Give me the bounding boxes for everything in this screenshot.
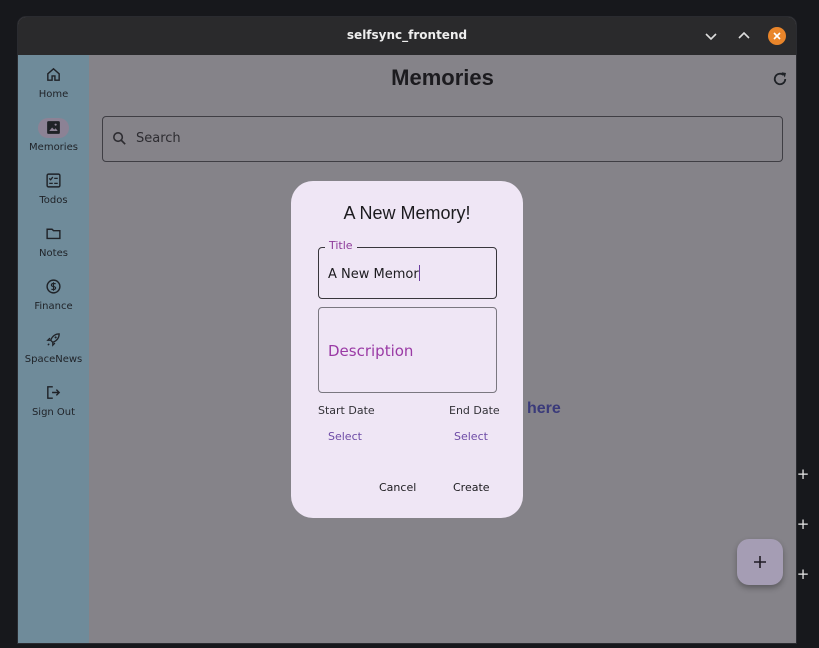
logout-icon bbox=[47, 386, 61, 399]
title-field-label: Title bbox=[325, 239, 357, 252]
rail-item-todos[interactable]: Todos bbox=[18, 171, 89, 219]
desktop-plus-icon: + bbox=[796, 465, 810, 483]
rail-icon-container bbox=[38, 330, 69, 350]
dialog-title: A New Memory! bbox=[343, 203, 471, 223]
dollar-icon bbox=[46, 279, 61, 294]
rail-item-spacenews[interactable]: SpaceNews bbox=[18, 330, 89, 378]
refresh-icon bbox=[773, 72, 787, 86]
rail-icon-container bbox=[38, 383, 69, 403]
create-button[interactable]: Create bbox=[453, 481, 490, 494]
title-field-text: A New Memor bbox=[328, 267, 419, 282]
close-button[interactable] bbox=[768, 27, 786, 45]
maximize-button[interactable] bbox=[735, 27, 753, 45]
text-cursor bbox=[418, 265, 420, 281]
title-bar: selfsync_frontend bbox=[18, 17, 796, 55]
home-icon bbox=[47, 67, 60, 81]
close-icon bbox=[773, 32, 781, 40]
plus-icon bbox=[754, 556, 766, 568]
start-date-label: Start Date bbox=[318, 404, 375, 417]
rocket-icon bbox=[46, 333, 60, 347]
rail-item-home[interactable]: Home bbox=[18, 65, 89, 113]
refresh-button[interactable] bbox=[771, 70, 789, 88]
folder-icon bbox=[46, 228, 61, 240]
rail-item-label: Sign Out bbox=[31, 407, 76, 418]
app-window: selfsync_frontend Home Memories Todos No… bbox=[18, 17, 796, 643]
rail-item-memories[interactable]: Memories bbox=[18, 118, 89, 166]
description-input[interactable]: Description bbox=[318, 307, 497, 393]
search-icon bbox=[113, 132, 126, 145]
navigation-rail: Home Memories Todos Notes Finance SpaceN… bbox=[18, 55, 89, 643]
description-placeholder: Description bbox=[328, 342, 414, 360]
new-memory-dialog: A New Memory! Title A New Memor Descript… bbox=[291, 181, 523, 518]
rail-item-finance[interactable]: Finance bbox=[18, 277, 89, 325]
title-field-value: A New Memor bbox=[328, 265, 420, 282]
rail-item-label: Notes bbox=[39, 248, 68, 259]
rail-item-label: Todos bbox=[39, 195, 68, 206]
rail-item-label: Home bbox=[38, 89, 69, 100]
chevron-down-icon bbox=[705, 33, 717, 41]
rail-icon-container bbox=[38, 224, 69, 244]
end-date-select-button[interactable]: Select bbox=[454, 430, 488, 443]
image-icon bbox=[47, 121, 60, 134]
end-date-label: End Date bbox=[449, 404, 500, 417]
start-date-select-button[interactable]: Select bbox=[328, 430, 362, 443]
cancel-button[interactable]: Cancel bbox=[379, 481, 416, 494]
window-title: selfsync_frontend bbox=[346, 28, 468, 42]
rail-icon-container bbox=[38, 171, 69, 191]
desktop-plus-icon: + bbox=[796, 565, 810, 583]
rail-icon-container bbox=[38, 118, 69, 138]
rail-icon-container bbox=[38, 65, 69, 85]
rail-item-label: Memories bbox=[29, 142, 78, 153]
desktop-plus-icon: + bbox=[796, 515, 810, 533]
page-title: Memories bbox=[391, 65, 494, 90]
rail-item-notes[interactable]: Notes bbox=[18, 224, 89, 272]
rail-icon-container bbox=[38, 277, 69, 297]
search-placeholder: Search bbox=[136, 131, 181, 146]
checklist-icon bbox=[46, 173, 61, 188]
minimize-button[interactable] bbox=[702, 27, 720, 45]
title-input[interactable]: Title A New Memor bbox=[318, 239, 497, 299]
search-input[interactable]: Search bbox=[102, 116, 783, 162]
add-memory-button[interactable] bbox=[737, 539, 783, 585]
rail-item-sign-out[interactable]: Sign Out bbox=[18, 383, 89, 431]
rail-item-label: Finance bbox=[34, 301, 73, 312]
chevron-up-icon bbox=[738, 31, 750, 39]
rail-item-label: SpaceNews bbox=[24, 354, 83, 365]
